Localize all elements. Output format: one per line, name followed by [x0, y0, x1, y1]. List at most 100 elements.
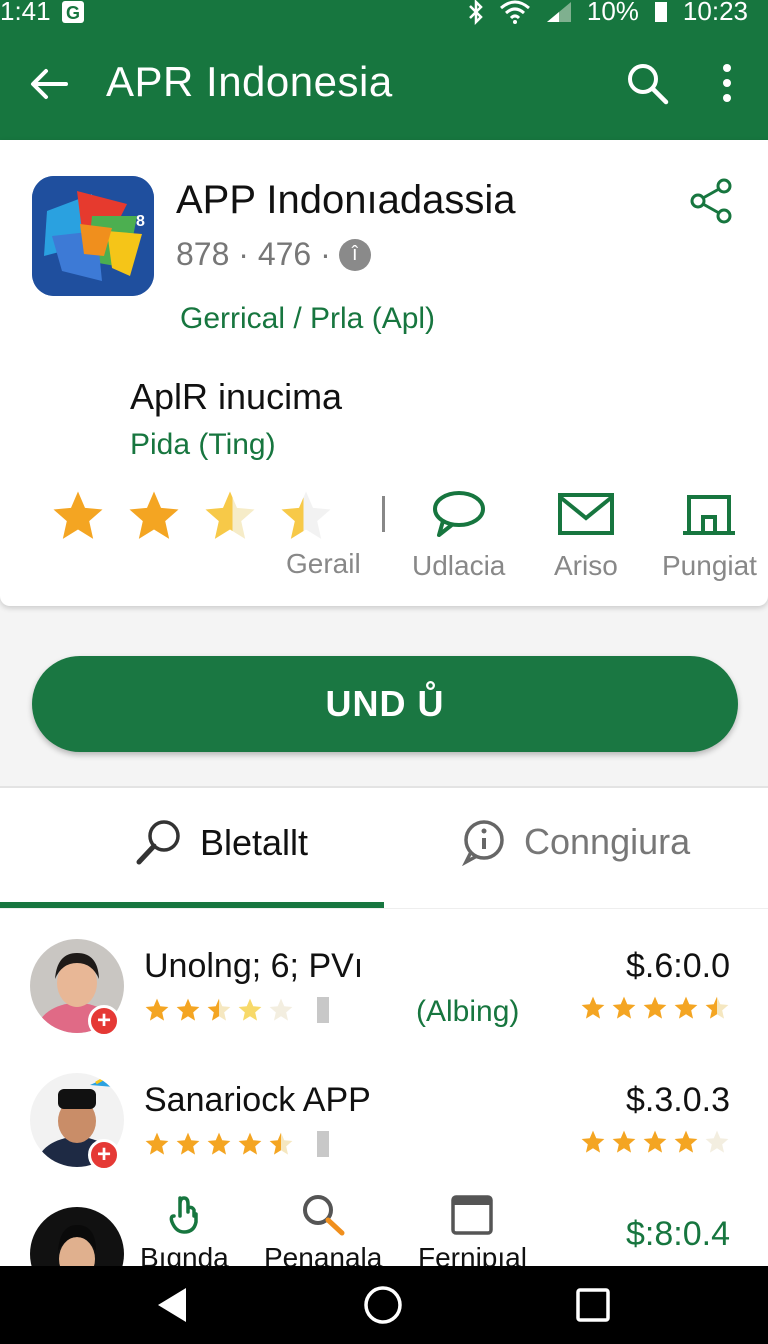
status-bar: 1:41 G 10% 10:23	[0, 0, 768, 36]
sub-price: Pida (Ting)	[130, 428, 276, 461]
udlacia-label: Udlacia	[412, 550, 506, 581]
back-arrow-icon[interactable]	[26, 62, 70, 106]
star-full-icon	[238, 1132, 262, 1155]
app-category[interactable]: Gerrical / Prla (Apl)	[180, 302, 435, 336]
star-full-icon	[581, 996, 605, 1019]
star-full-icon	[612, 996, 636, 1019]
svg-text:G: G	[66, 3, 80, 23]
list-item-tag: (Albing)	[416, 995, 520, 1028]
list-item-rating	[144, 997, 329, 1023]
fernipial-item[interactable]: Fernipıal	[418, 1192, 527, 1274]
info-bubble-icon	[462, 820, 504, 866]
g-notification-icon: G	[61, 0, 84, 23]
building-icon	[683, 495, 736, 535]
app-meta-text: 878 · 476 ·	[176, 236, 331, 272]
ariso-label: Ariso	[554, 550, 618, 581]
list-item-name: Unolng; 6; PVı	[144, 947, 364, 985]
search-icon[interactable]	[624, 60, 670, 106]
star-full-icon	[674, 1130, 698, 1153]
app-bar: APR Indonesia	[0, 36, 768, 140]
pungiat-label: Pungiat	[662, 550, 757, 581]
list-item-name: Sanariock APP	[144, 1081, 371, 1119]
list-item[interactable]: $:8:0.4	[0, 1177, 768, 1268]
mail-icon	[557, 493, 614, 535]
gerail-label: Gerail	[286, 548, 361, 579]
status-right: 10% 10:23	[467, 0, 748, 27]
bar-mark	[317, 1131, 329, 1157]
sub-title: AplR inucima	[130, 376, 343, 417]
penanala-item[interactable]: Penanala	[264, 1192, 382, 1274]
bar-mark	[317, 997, 329, 1023]
star-full-icon	[145, 1132, 169, 1155]
install-button[interactable]: UND Ů	[32, 656, 738, 752]
rating-stars	[50, 488, 334, 544]
tab-bar: Bletallt Conngiura	[0, 786, 768, 908]
star-half-icon	[269, 1132, 293, 1155]
tab-conngiura-label: Conngiura	[524, 821, 691, 862]
search-icon	[136, 820, 180, 865]
pungiat-button[interactable]: Pungiat	[662, 486, 757, 582]
list-item-rating-right	[580, 1129, 730, 1155]
bignda-item[interactable]: Bıgnda	[140, 1192, 229, 1274]
star-partial-icon	[205, 491, 255, 539]
list-item[interactable]: + Sanariock APP $.3.0.3	[0, 1043, 768, 1173]
status-clock: 10:23	[682, 0, 748, 26]
content-rating-badge: î	[338, 238, 371, 271]
more-vert-icon[interactable]	[712, 60, 742, 106]
add-badge-icon[interactable]: +	[88, 1139, 120, 1171]
star-empty-icon	[269, 998, 293, 1021]
list-item-price: $.3.0.3	[626, 1081, 730, 1119]
star-empty-icon	[705, 1130, 729, 1153]
avatar	[30, 1207, 124, 1268]
star-full-icon	[643, 1130, 667, 1153]
app-name: APP Indonıadassia	[176, 178, 516, 222]
star-half-icon	[207, 998, 231, 1021]
tab-conngiura[interactable]: Conngiura	[460, 818, 690, 866]
star-half-icon	[281, 491, 331, 539]
nav-recents-icon[interactable]	[570, 1282, 616, 1328]
bluetooth-icon	[468, 0, 483, 25]
app-meta: 878 · 476 · î	[176, 236, 371, 273]
tab-bletallt-label: Bletallt	[200, 822, 309, 863]
app-logo-icon[interactable]: 8	[32, 176, 154, 296]
star-full-icon	[612, 1130, 636, 1153]
chat-bubble-icon	[432, 491, 485, 537]
status-time: 1:41	[0, 0, 51, 26]
star-full-icon	[207, 1132, 231, 1155]
star-full-icon	[53, 491, 103, 539]
list-item-rating-right	[580, 995, 730, 1021]
star-full-icon	[176, 1132, 200, 1155]
status-left: 1:41 G	[0, 0, 85, 27]
divider	[382, 496, 385, 532]
wifi-icon	[499, 0, 530, 24]
app-bar-title: APR Indonesia	[106, 58, 393, 105]
signal-icon	[546, 1, 571, 22]
app-list: + Unolng; 6; PVı $.6:0.0 (Albing) + Sana…	[0, 908, 768, 1268]
star-full-icon	[129, 491, 179, 539]
list-item-price: $:8:0.4	[626, 1215, 730, 1253]
star-light-icon	[238, 998, 262, 1021]
touch-hand-icon	[169, 1196, 199, 1234]
nav-back-icon[interactable]	[150, 1282, 196, 1328]
star-half-icon	[705, 996, 729, 1019]
share-icon[interactable]	[690, 178, 734, 224]
star-full-icon	[145, 998, 169, 1021]
battery-icon	[654, 1, 667, 22]
star-full-icon	[643, 996, 667, 1019]
battery-percent: 10%	[586, 0, 639, 26]
tab-bletallt[interactable]: Bletallt	[134, 818, 308, 868]
add-badge-icon[interactable]: +	[88, 1005, 120, 1037]
list-item-rating	[144, 1131, 329, 1157]
ariso-button[interactable]: Ariso	[554, 486, 618, 582]
svg-text:8: 8	[136, 213, 145, 230]
udlacia-button[interactable]: Udlacia	[412, 486, 505, 582]
star-full-icon	[674, 996, 698, 1019]
nav-home-icon[interactable]	[360, 1282, 406, 1328]
star-full-icon	[581, 1130, 605, 1153]
star-full-icon	[176, 998, 200, 1021]
window-icon	[451, 1195, 494, 1235]
list-item[interactable]: + Unolng; 6; PVı $.6:0.0 (Albing)	[0, 909, 768, 1039]
app-info-card: 8 APP Indonıadassia 878 · 476 · î Gerri…	[0, 140, 768, 606]
search-icon	[303, 1195, 345, 1236]
list-item-price: $.6:0.0	[626, 947, 730, 985]
